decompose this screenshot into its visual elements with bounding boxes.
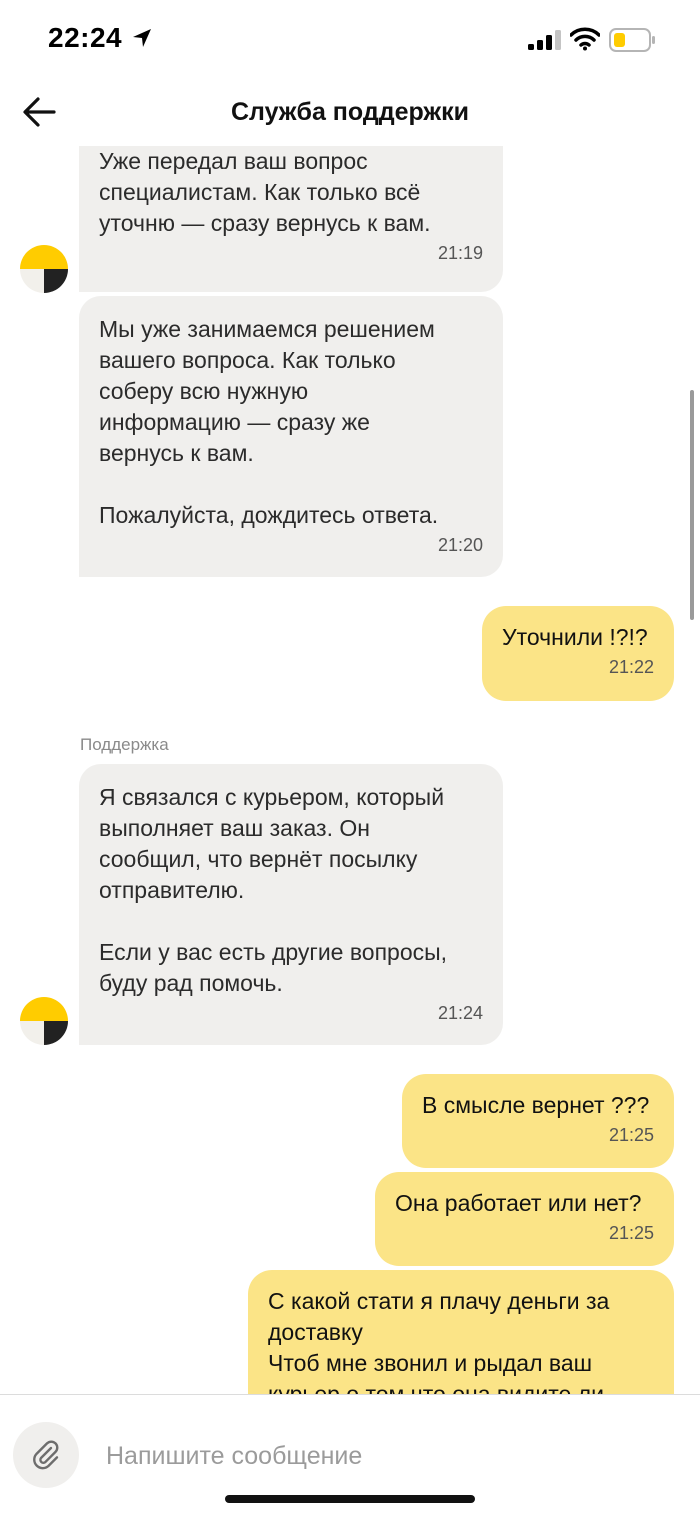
message-time: 21:24 — [437, 1003, 483, 1023]
page-title: Служба поддержки — [230, 98, 470, 126]
home-indicator[interactable] — [225, 1495, 475, 1503]
outgoing-message: В смысле вернет ??? 21:25 — [402, 1074, 674, 1168]
outgoing-message: Уточнили !?!? 21:22 — [482, 606, 674, 701]
cellular-signal-icon — [528, 30, 562, 55]
sender-name: Поддержка — [80, 735, 169, 754]
incoming-message: Мы уже занимаемся решением вашего вопрос… — [79, 296, 503, 577]
scrollbar[interactable] — [690, 390, 694, 620]
support-avatar — [20, 245, 68, 293]
incoming-message: Уже передал ваш вопрос специалистам. Как… — [79, 146, 503, 292]
message-text: Мы уже занимаемся решением вашего вопрос… — [99, 316, 439, 528]
message-composer — [0, 1394, 700, 1515]
paperclip-icon — [33, 1440, 59, 1470]
outgoing-message: Она работает или нет? 21:25 — [375, 1172, 674, 1266]
attach-button[interactable] — [13, 1422, 79, 1488]
message-text: С какой стати я плачу деньги за доставку… — [268, 1288, 610, 1394]
status-time: 22:24 — [48, 22, 123, 53]
message-time: 21:25 — [608, 1125, 654, 1145]
chat-header: Служба поддержки — [0, 80, 700, 146]
location-arrow-icon — [131, 27, 153, 54]
message-time: 21:25 — [608, 1223, 654, 1243]
status-bar: 22:24 — [0, 0, 700, 80]
message-text: В смысле вернет ??? — [422, 1092, 650, 1118]
message-text: Она работает или нет? — [395, 1190, 642, 1216]
battery-low-icon — [609, 28, 657, 57]
message-input[interactable] — [104, 1435, 668, 1477]
message-time: 21:19 — [437, 243, 483, 263]
incoming-message: Я связался с курьером, который выполняет… — [79, 764, 503, 1045]
support-avatar — [20, 997, 68, 1045]
outgoing-message: С какой стати я плачу деньги за доставку… — [248, 1270, 674, 1394]
message-text: Уже передал ваш вопрос специалистам. Как… — [99, 148, 431, 236]
message-text: Я связался с курьером, который выполняет… — [99, 784, 448, 996]
message-time: 21:22 — [608, 657, 654, 677]
wifi-icon — [569, 27, 601, 56]
message-text: Уточнили !?!? — [502, 624, 648, 650]
chat-messages[interactable]: Уже передал ваш вопрос специалистам. Как… — [0, 146, 700, 1394]
message-time: 21:20 — [437, 535, 483, 555]
